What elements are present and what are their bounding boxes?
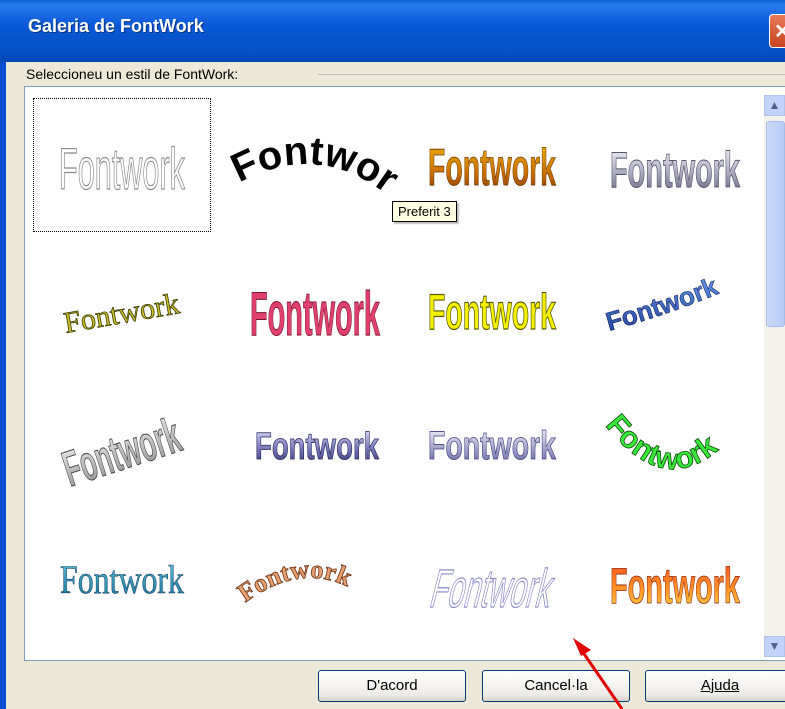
fontwork-style-blue-rising: Fontwork xyxy=(602,271,722,337)
fontwork-style-fire-gradient: Fontwork xyxy=(610,558,740,614)
gallery-item-8[interactable]: Fontwork xyxy=(583,235,763,371)
title-bar[interactable]: Galeria de FontWork ✕ xyxy=(0,0,785,62)
gallery-item-16[interactable]: Fontwork xyxy=(583,511,763,647)
fontwork-style-gray-3d-tilted: Fontwork xyxy=(56,407,188,497)
gallery-item-11[interactable]: Fontwork xyxy=(402,373,582,509)
fontwork-style-pink-perspective: Fontwork xyxy=(250,280,380,349)
gallery-item-12[interactable]: Fontwork xyxy=(583,373,763,509)
help-button[interactable]: Ajuda xyxy=(645,670,785,702)
help-button-label: Ajuda xyxy=(700,677,740,694)
scroll-up-button[interactable]: ▲ xyxy=(764,95,785,116)
window-title: Galeria de FontWork xyxy=(28,16,204,36)
gallery-item-10[interactable]: Fontwork xyxy=(225,373,405,509)
style-group-label: Seleccioneu un estil de FontWork: xyxy=(26,66,239,82)
scroll-thumb[interactable] xyxy=(766,121,785,327)
gallery-item-2[interactable]: Fontwork xyxy=(225,97,405,233)
fontwork-style-orange-gradient: Fontwork xyxy=(428,139,556,197)
fontwork-style-purple-3d: Fontwork xyxy=(255,426,380,468)
ok-button[interactable]: D'acord xyxy=(318,670,466,702)
fontwork-style-outline-condensed: Fontwork xyxy=(59,137,186,202)
close-button[interactable]: ✕ xyxy=(769,14,785,48)
gallery-item-5[interactable]: Fontwork xyxy=(32,235,212,371)
gallery-item-4[interactable]: Fontwork xyxy=(583,97,763,233)
gallery-item-7[interactable]: Fontwork xyxy=(402,235,582,371)
fontwork-style-teal-serif: Fontwork xyxy=(60,557,184,602)
fontwork-gallery-dialog: Galeria de FontWork ✕ Seleccioneu un est… xyxy=(0,0,785,709)
group-divider xyxy=(318,74,785,75)
fontwork-style-silver-blue-3d: Fontwork xyxy=(428,424,557,468)
fontwork-style-green-arched: Fontwork xyxy=(600,408,724,477)
cancel-button[interactable]: Cancel·la xyxy=(482,670,630,702)
scroll-down-button[interactable]: ▼ xyxy=(764,636,785,657)
fontwork-style-slanted-olive: Fontwork xyxy=(61,287,182,340)
fontwork-style-arched-black: Fontwork xyxy=(225,97,405,201)
gallery-item-14[interactable]: Fontwork xyxy=(225,511,405,647)
fontwork-style-yellow-bold: Fontwork xyxy=(428,284,556,340)
gallery-item-6[interactable]: Fontwork xyxy=(225,235,405,371)
window-frame-edge xyxy=(0,62,6,709)
gallery-item-9[interactable]: Fontwork xyxy=(32,373,212,509)
item-tooltip: Preferit 3 xyxy=(392,201,457,222)
gallery-item-13[interactable]: Fontwork xyxy=(32,511,212,647)
gallery-item-15[interactable]: Fontwork xyxy=(402,511,582,647)
fontwork-style-brown-arched: Fontwork xyxy=(232,554,356,607)
fontwork-style-silver-3d: Fontwork xyxy=(610,142,740,198)
fontwork-style-lavender-outline-slant: Fontwork xyxy=(425,558,561,619)
gallery-item-1[interactable]: Fontwork xyxy=(32,97,212,233)
